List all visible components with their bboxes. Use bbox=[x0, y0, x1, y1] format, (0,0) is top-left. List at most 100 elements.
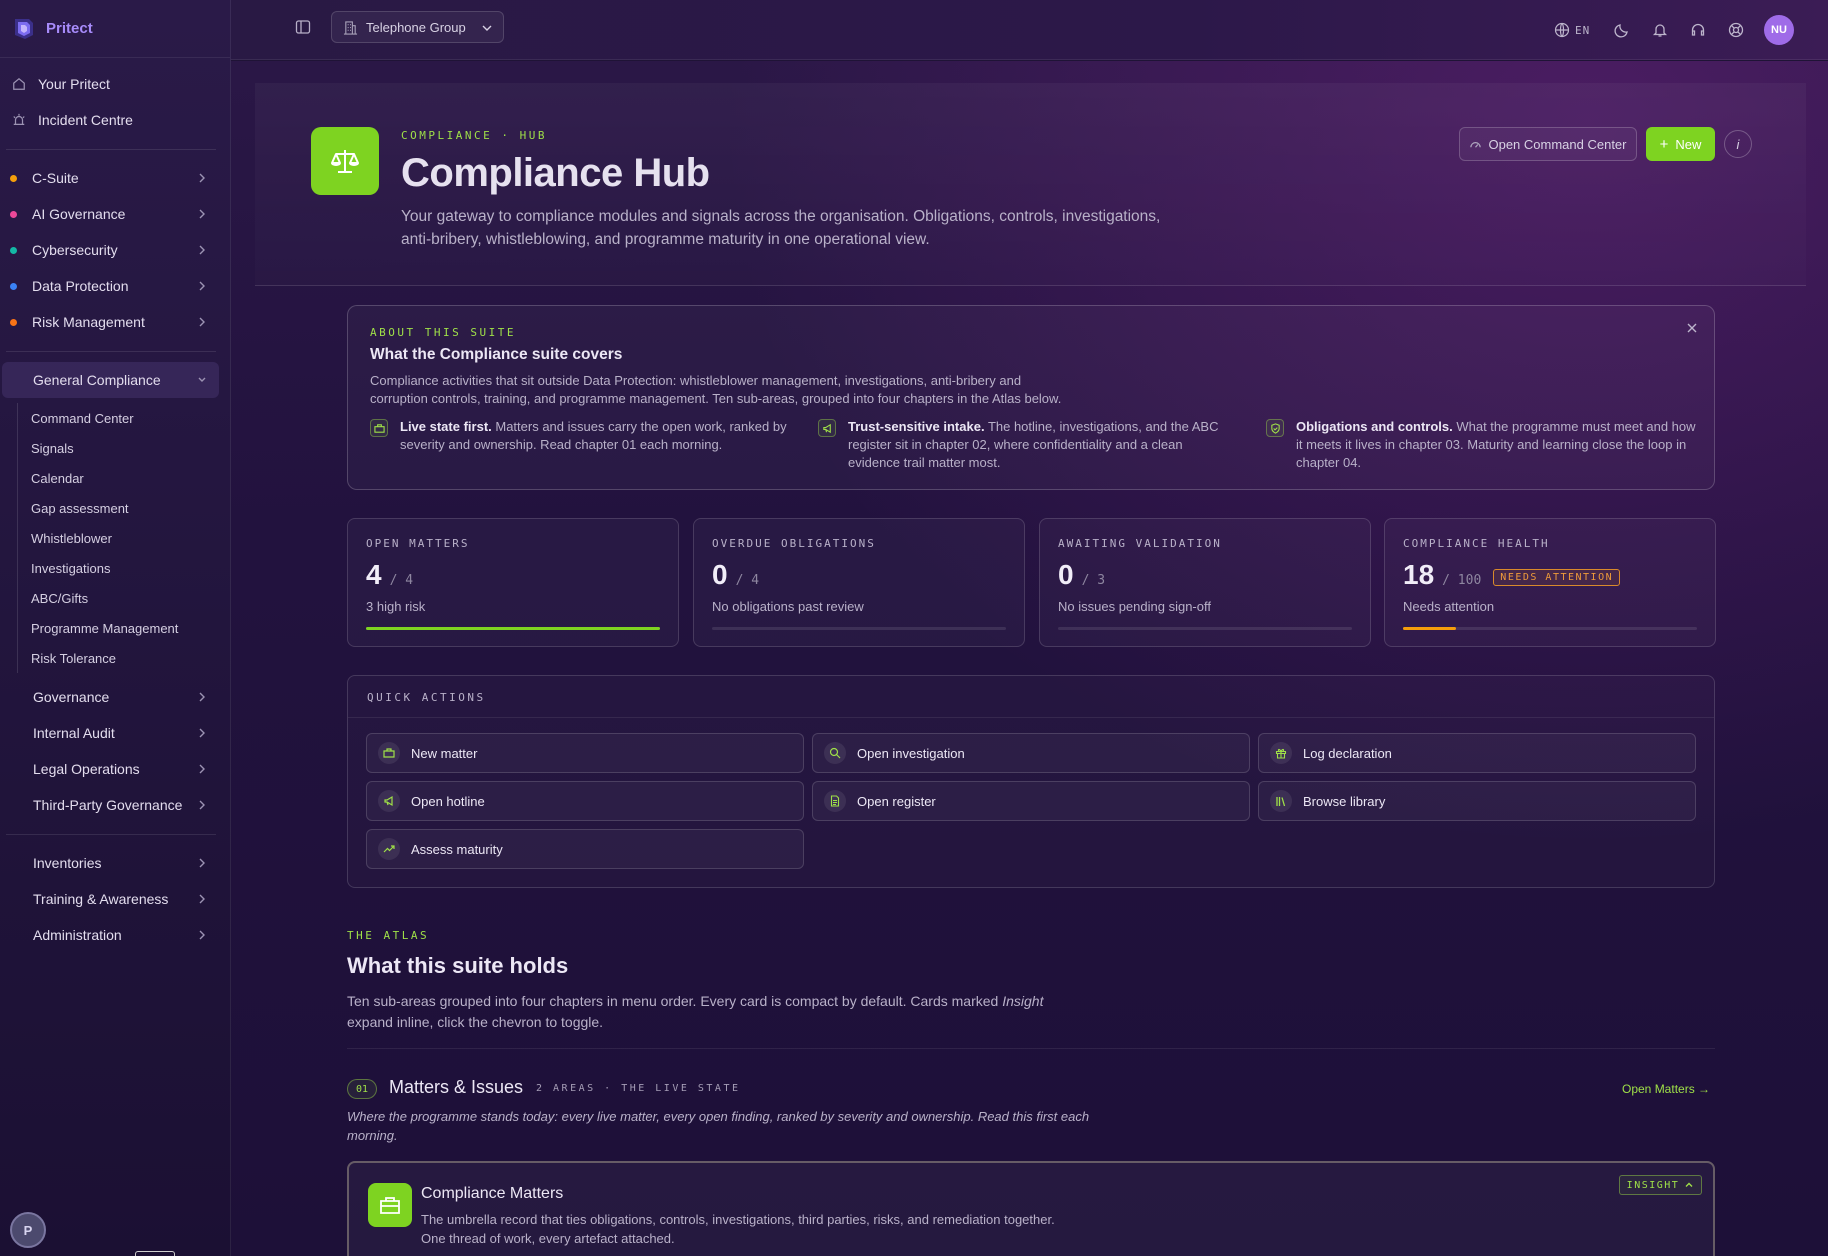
sidebar-group-legal-operations[interactable]: Legal Operations bbox=[0, 751, 231, 787]
chevron-right-icon bbox=[199, 692, 205, 702]
avatar[interactable]: NU bbox=[1764, 15, 1794, 45]
language-switcher[interactable]: EN bbox=[1554, 0, 1590, 60]
top-bar: Telephone Group EN NU bbox=[231, 0, 1828, 60]
sidebar-group-internal-audit[interactable]: Internal Audit bbox=[0, 715, 231, 751]
log-declaration-button[interactable]: Log declaration bbox=[1258, 733, 1696, 773]
org-name: Telephone Group bbox=[366, 19, 466, 35]
sidebar-item-command-center[interactable]: Command Center bbox=[18, 403, 231, 433]
nav-your-pritect[interactable]: Your Pritect bbox=[0, 66, 231, 102]
gauge-icon bbox=[1470, 141, 1482, 148]
button-label: Open investigation bbox=[857, 745, 965, 761]
sidebar-group-cybersecurity[interactable]: Cybersecurity bbox=[0, 232, 231, 268]
new-button[interactable]: + New bbox=[1646, 127, 1715, 161]
open-hotline-button[interactable]: Open hotline bbox=[366, 781, 804, 821]
chevron-right-icon bbox=[199, 800, 205, 810]
open-matters-link[interactable]: Open Matters → bbox=[1622, 1082, 1710, 1096]
moon-icon[interactable] bbox=[1614, 22, 1630, 38]
close-icon[interactable] bbox=[1685, 321, 1699, 335]
point-bold: Trust-sensitive intake. bbox=[848, 419, 985, 434]
kpi-progress bbox=[712, 627, 1006, 630]
main-content: COMPLIANCE · HUB Compliance Hub Your gat… bbox=[231, 61, 1828, 1256]
sidebar-group-third-party-governance[interactable]: Third-Party Governance bbox=[0, 787, 231, 823]
kpi-total: / 3 bbox=[1081, 573, 1106, 588]
sidebar-group-governance[interactable]: Governance bbox=[0, 679, 231, 715]
kpi-awaiting-validation[interactable]: AWAITING VALIDATION 0 / 3 No issues pendi… bbox=[1039, 518, 1371, 647]
open-investigation-button[interactable]: Open investigation bbox=[812, 733, 1250, 773]
open-register-button[interactable]: Open register bbox=[812, 781, 1250, 821]
sidebar-group-inventories[interactable]: Inventories bbox=[0, 845, 231, 881]
nav-label: Incident Centre bbox=[38, 112, 133, 128]
atlas-desc-post: expand inline, click the chevron to togg… bbox=[347, 1014, 604, 1030]
sidebar-group-data-protection[interactable]: Data Protection bbox=[0, 268, 231, 304]
sidebar-item-programme-management[interactable]: Programme Management bbox=[18, 613, 231, 643]
browse-library-button[interactable]: Browse library bbox=[1258, 781, 1696, 821]
new-matter-button[interactable]: New matter bbox=[366, 733, 804, 773]
app-name: Pritect bbox=[46, 20, 93, 37]
atlas-desc-em: Insight bbox=[1002, 993, 1044, 1009]
card-description: The umbrella record that ties obligation… bbox=[421, 1212, 1055, 1246]
group-label: Training & Awareness bbox=[33, 891, 169, 907]
group-label: Internal Audit bbox=[33, 725, 115, 741]
sidebar-item-risk-tolerance[interactable]: Risk Tolerance bbox=[18, 643, 231, 673]
sidebar-item-gap-assessment[interactable]: Gap assessment bbox=[18, 493, 231, 523]
sidebar-item-calendar[interactable]: Calendar bbox=[18, 463, 231, 493]
kpi-total: / 4 bbox=[735, 573, 760, 588]
brand[interactable]: Pritect bbox=[0, 0, 230, 58]
sidebar-item-investigations[interactable]: Investigations bbox=[18, 553, 231, 583]
kpi-progress-fill bbox=[366, 627, 660, 630]
sidebar-group-c-suite[interactable]: C-Suite bbox=[0, 160, 231, 196]
kpi-value: 0 bbox=[1058, 559, 1074, 590]
chevron-right-icon bbox=[199, 858, 205, 868]
kpi-overdue-obligations[interactable]: OVERDUE OBLIGATIONS 0 / 4 No obligations … bbox=[693, 518, 1025, 647]
sidebar-item-whistleblower[interactable]: Whistleblower bbox=[18, 523, 231, 553]
sidebar-group-risk-management[interactable]: Risk Management bbox=[0, 304, 231, 340]
about-point: Obligations and controls. What the progr… bbox=[1266, 418, 1696, 472]
chapter-title: Matters & Issues bbox=[389, 1077, 524, 1097]
sidebar-item-abc-gifts[interactable]: ABC/Gifts bbox=[18, 583, 231, 613]
workspace-badge[interactable]: P bbox=[10, 1212, 46, 1248]
button-label: Browse library bbox=[1303, 793, 1386, 809]
atlas-title: What this suite holds bbox=[347, 953, 569, 978]
sidebar-item-signals[interactable]: Signals bbox=[18, 433, 231, 463]
page-title: Compliance Hub bbox=[401, 151, 710, 195]
chevron-right-icon bbox=[199, 209, 205, 219]
sidebar-group-ai-governance[interactable]: AI Governance bbox=[0, 196, 231, 232]
language-code: EN bbox=[1575, 23, 1591, 37]
sidebar-toggle-icon[interactable] bbox=[295, 19, 311, 35]
point-bold: Live state first. bbox=[400, 419, 492, 434]
kpi-value: 0 bbox=[712, 559, 728, 590]
chevron-down-icon bbox=[482, 25, 492, 31]
open-command-center-button[interactable]: Open Command Center bbox=[1459, 127, 1637, 161]
nav-incident-centre[interactable]: Incident Centre bbox=[0, 102, 231, 138]
group-label: Cybersecurity bbox=[32, 242, 118, 258]
sidebar-group-general-compliance[interactable]: General Compliance bbox=[2, 362, 219, 398]
insight-toggle[interactable]: INSIGHT bbox=[1619, 1175, 1702, 1195]
sidebar-group-administration[interactable]: Administration bbox=[0, 917, 231, 953]
bell-icon[interactable] bbox=[1652, 22, 1668, 38]
quick-actions-label: QUICK ACTIONS bbox=[367, 691, 486, 704]
megaphone-icon bbox=[378, 790, 400, 812]
kpi-value: 4 bbox=[366, 559, 382, 590]
kpi-compliance-health[interactable]: COMPLIANCE HEALTH 18 / 100 NEEDS ATTENTION… bbox=[1384, 518, 1716, 647]
quick-actions-panel: QUICK ACTIONS New matter Open investigat… bbox=[347, 675, 1715, 888]
chevron-right-icon bbox=[199, 173, 205, 183]
hero-description: Your gateway to compliance modules and s… bbox=[401, 208, 1161, 248]
chevron-right-icon bbox=[199, 930, 205, 940]
plus-icon: + bbox=[1659, 135, 1669, 153]
org-selector[interactable]: Telephone Group bbox=[331, 11, 504, 43]
chevron-right-icon bbox=[199, 728, 205, 738]
info-button[interactable]: i bbox=[1724, 130, 1752, 158]
kpi-open-matters[interactable]: OPEN MATTERS 4 / 4 3 high risk bbox=[347, 518, 679, 647]
sidebar-group-training-awareness[interactable]: Training & Awareness bbox=[0, 881, 231, 917]
assess-maturity-button[interactable]: Assess maturity bbox=[366, 829, 804, 869]
button-label: Log declaration bbox=[1303, 745, 1392, 761]
divider bbox=[6, 351, 216, 352]
button-label: Assess maturity bbox=[411, 841, 503, 857]
headset-icon[interactable] bbox=[1690, 22, 1706, 38]
group-label: Data Protection bbox=[32, 278, 129, 294]
compliance-matters-card[interactable]: Compliance Matters The umbrella record t… bbox=[347, 1161, 1715, 1256]
bottom-handle[interactable] bbox=[135, 1251, 175, 1256]
group-label: AI Governance bbox=[32, 206, 126, 222]
help-buoy-icon[interactable] bbox=[1728, 22, 1744, 38]
button-label: New matter bbox=[411, 745, 478, 761]
